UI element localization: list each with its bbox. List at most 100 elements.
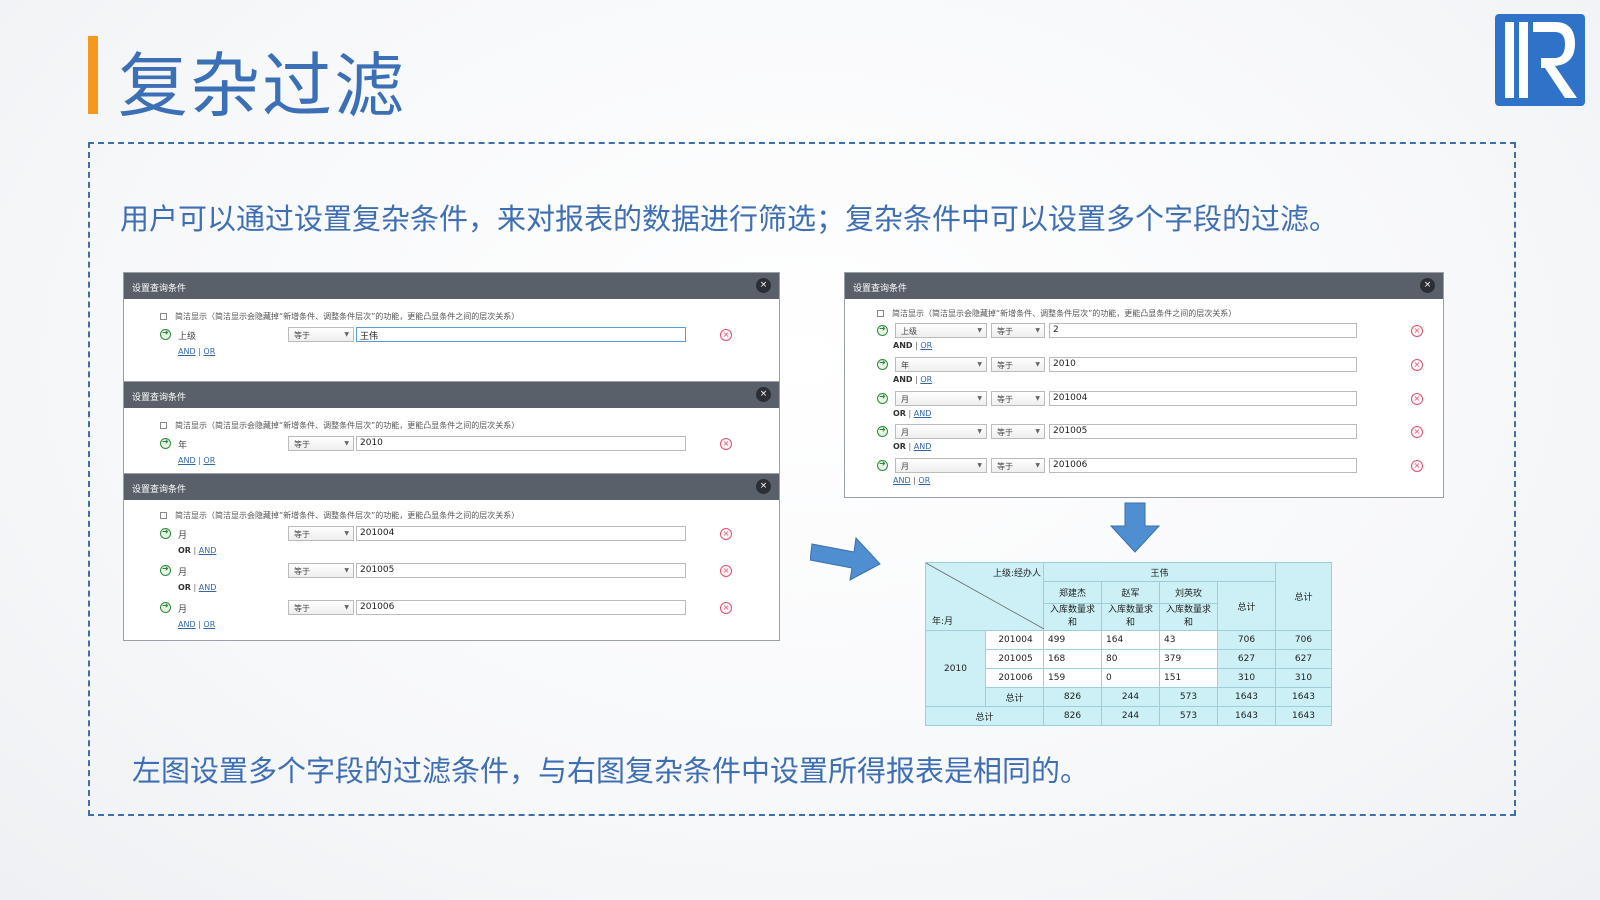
checkbox[interactable] bbox=[160, 422, 167, 429]
year-cell: 2010 bbox=[925, 630, 986, 707]
remove-condition-icon[interactable]: × bbox=[720, 528, 732, 540]
add-condition-icon[interactable] bbox=[160, 564, 171, 576]
query-dialog-combined: 设置查询条件 × 简洁显示（简洁显示会隐藏掉“新增条件、调整条件层次”的功能，更… bbox=[845, 273, 1443, 497]
simple-display-option[interactable]: 简洁显示（简洁显示会隐藏掉“新增条件、调整条件层次”的功能，更能凸显条件之间的层… bbox=[160, 420, 519, 431]
operator-select[interactable]: 等于 ▼ bbox=[991, 391, 1045, 406]
logic-links[interactable]: OR | AND bbox=[893, 442, 931, 451]
checkbox[interactable] bbox=[160, 512, 167, 519]
value-cell: 573 bbox=[1159, 687, 1218, 707]
close-icon[interactable]: × bbox=[756, 479, 771, 494]
operator-select[interactable]: 等于 ▼ bbox=[991, 357, 1045, 372]
operator-select[interactable]: 等于 ▼ bbox=[991, 323, 1045, 338]
value-cell: 244 bbox=[1101, 687, 1160, 707]
checkbox[interactable] bbox=[877, 310, 884, 317]
condition-row: 月▼ 等于▼ 201005 × bbox=[877, 424, 1437, 440]
add-condition-icon[interactable] bbox=[877, 392, 888, 404]
checkbox[interactable] bbox=[160, 313, 167, 320]
field-select[interactable]: 月 ▼ bbox=[895, 458, 987, 473]
remove-condition-icon[interactable]: × bbox=[720, 565, 732, 577]
field-label: 月 bbox=[178, 605, 188, 615]
field-select[interactable]: 年 ▼ bbox=[895, 357, 987, 372]
operator-select[interactable]: 等于 ▼ bbox=[991, 458, 1045, 473]
subtotal-cell: 706 bbox=[1217, 630, 1276, 650]
month-cell: 201004 bbox=[985, 630, 1044, 650]
close-icon[interactable]: × bbox=[756, 278, 771, 293]
field-label: 年 bbox=[178, 441, 188, 451]
logic-links[interactable]: AND | OR bbox=[178, 620, 215, 629]
field-select[interactable]: 上级 ▼ bbox=[895, 323, 987, 338]
remove-condition-icon[interactable]: × bbox=[1411, 325, 1423, 337]
query-dialog-year: 设置查询条件 × 简洁显示（简洁显示会隐藏掉“新增条件、调整条件层次”的功能，更… bbox=[124, 382, 779, 474]
remove-condition-icon[interactable]: × bbox=[720, 438, 732, 450]
dialog-title: 设置查询条件 bbox=[132, 485, 187, 495]
value-cell: 164 bbox=[1101, 630, 1160, 650]
remove-condition-icon[interactable]: × bbox=[720, 329, 732, 341]
month-cell: 201006 bbox=[985, 668, 1044, 688]
logic-links[interactable]: AND | OR bbox=[893, 375, 932, 384]
condition-row: 月▼ 等于▼ 201006 × bbox=[877, 458, 1437, 474]
value-input[interactable]: 王伟 bbox=[356, 327, 686, 342]
simple-display-option[interactable]: 简洁显示（简洁显示会隐藏掉“新增条件、调整条件层次”的功能，更能凸显条件之间的层… bbox=[160, 510, 519, 521]
dialog-header: 设置查询条件 × bbox=[845, 273, 1443, 299]
dialog-title: 设置查询条件 bbox=[132, 393, 187, 403]
value-input[interactable]: 201005 bbox=[356, 563, 686, 578]
staff-header: 赵军 bbox=[1101, 581, 1160, 604]
grand-cell: 1643 bbox=[1275, 687, 1332, 707]
value-input[interactable]: 201005 bbox=[1049, 424, 1357, 439]
value-cell: 80 bbox=[1101, 649, 1160, 669]
logic-links[interactable]: AND | OR bbox=[893, 341, 932, 350]
value-input[interactable]: 2010 bbox=[1049, 357, 1357, 372]
logic-links[interactable]: AND | OR bbox=[178, 347, 215, 356]
field-select[interactable]: 月 ▼ bbox=[895, 391, 987, 406]
logic-links[interactable]: OR | AND bbox=[893, 409, 931, 418]
value-cell: 573 bbox=[1159, 706, 1218, 726]
operator-select[interactable]: 等于 ▼ bbox=[288, 563, 354, 578]
operator-select[interactable]: 等于 ▼ bbox=[288, 327, 354, 342]
year-total-label: 总计 bbox=[985, 687, 1044, 707]
simple-display-option[interactable]: 简洁显示（简洁显示会隐藏掉“新增条件、调整条件层次”的功能，更能凸显条件之间的层… bbox=[160, 311, 519, 322]
conclusion-text: 左图设置多个字段的过滤条件，与右图复杂条件中设置所得报表是相同的。 bbox=[132, 754, 1090, 788]
operator-select[interactable]: 等于 ▼ bbox=[288, 436, 354, 451]
field-label: 月 bbox=[178, 568, 188, 578]
remove-condition-icon[interactable]: × bbox=[1411, 426, 1423, 438]
condition-row: 年▼ 等于▼ 2010 × bbox=[877, 357, 1437, 373]
operator-select[interactable]: 等于 ▼ bbox=[288, 526, 354, 541]
subtotal-header: 总计 bbox=[1217, 581, 1276, 631]
remove-condition-icon[interactable]: × bbox=[1411, 359, 1423, 371]
logic-links[interactable]: AND | OR bbox=[893, 476, 930, 485]
operator-select[interactable]: 等于 ▼ bbox=[991, 424, 1045, 439]
measure-header: 入库数量求和 bbox=[1159, 603, 1218, 631]
add-condition-icon[interactable] bbox=[160, 328, 171, 340]
add-condition-icon[interactable] bbox=[877, 324, 888, 336]
remove-condition-icon[interactable]: × bbox=[1411, 460, 1423, 472]
logic-links[interactable]: OR | AND bbox=[178, 546, 216, 555]
operator-select[interactable]: 等于 ▼ bbox=[288, 600, 354, 615]
add-condition-icon[interactable] bbox=[877, 425, 888, 437]
add-condition-icon[interactable] bbox=[160, 437, 171, 449]
value-input[interactable]: 201004 bbox=[356, 526, 686, 541]
value-input[interactable]: 2 bbox=[1049, 323, 1357, 338]
remove-condition-icon[interactable]: × bbox=[720, 602, 732, 614]
value-cell: 244 bbox=[1101, 706, 1160, 726]
add-condition-icon[interactable] bbox=[160, 601, 171, 613]
add-condition-icon[interactable] bbox=[877, 459, 888, 471]
simple-display-option[interactable]: 简洁显示（简洁显示会隐藏掉“新增条件、调整条件层次”的功能，更能凸显条件之间的层… bbox=[877, 308, 1236, 319]
dialog-header: 设置查询条件 × bbox=[124, 474, 779, 500]
add-condition-icon[interactable] bbox=[160, 527, 171, 539]
close-icon[interactable]: × bbox=[756, 387, 771, 402]
close-icon[interactable]: × bbox=[1420, 278, 1435, 293]
subtotal-cell: 1643 bbox=[1217, 706, 1276, 726]
grand-cell: 627 bbox=[1275, 649, 1332, 669]
logic-links[interactable]: AND | OR bbox=[178, 456, 215, 465]
title-accent-bar bbox=[88, 36, 98, 114]
value-input[interactable]: 201006 bbox=[356, 600, 686, 615]
value-input[interactable]: 201004 bbox=[1049, 391, 1357, 406]
grand-cell: 310 bbox=[1275, 668, 1332, 688]
description-text: 用户可以通过设置复杂条件，来对报表的数据进行筛选；复杂条件中可以设置多个字段的过… bbox=[120, 202, 1339, 236]
value-input[interactable]: 2010 bbox=[356, 436, 686, 451]
remove-condition-icon[interactable]: × bbox=[1411, 393, 1423, 405]
add-condition-icon[interactable] bbox=[877, 358, 888, 370]
logic-links[interactable]: OR | AND bbox=[178, 583, 216, 592]
value-input[interactable]: 201006 bbox=[1049, 458, 1357, 473]
field-select[interactable]: 月 ▼ bbox=[895, 424, 987, 439]
